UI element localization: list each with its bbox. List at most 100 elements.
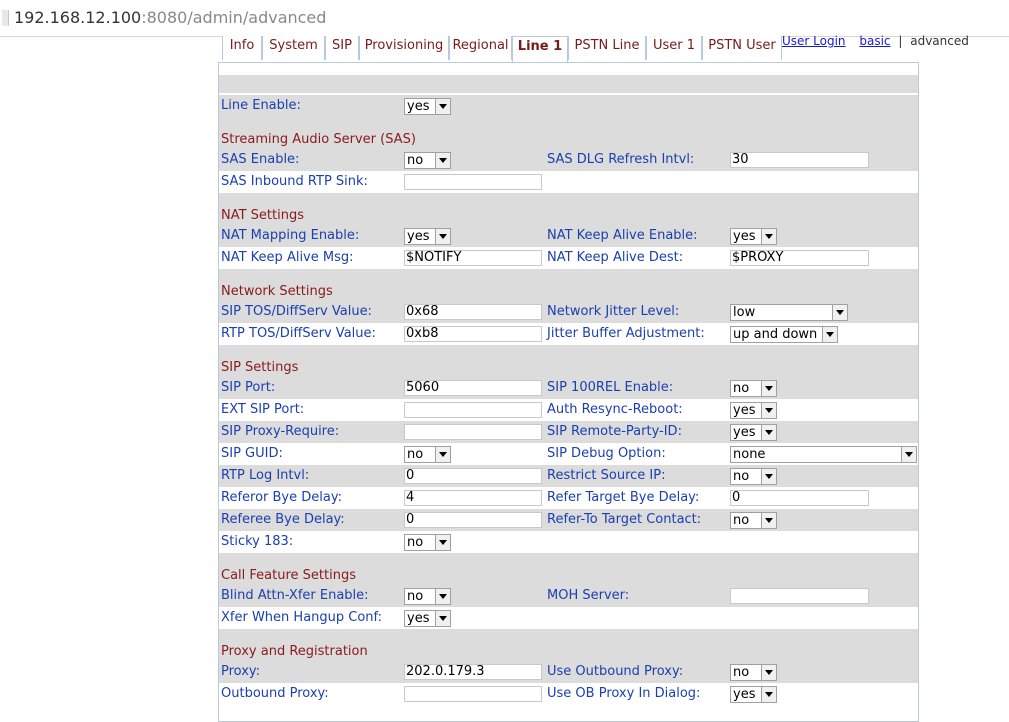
nat-mapping-select[interactable]: yes — [404, 228, 451, 245]
chevron-down-icon — [761, 229, 776, 244]
refer-target-bye-input[interactable]: 0 — [730, 490, 869, 506]
sip-guid-select[interactable]: no — [404, 446, 451, 463]
restrict-ip-select[interactable]: no — [730, 468, 777, 485]
chevron-down-icon — [435, 99, 450, 114]
proxy-section-header: Proxy and Registration — [219, 629, 918, 661]
xfer-hangup-label: Xfer When Hangup Conf: — [221, 610, 383, 625]
chevron-down-icon — [435, 447, 450, 462]
sip-100rel-select[interactable]: no — [730, 380, 777, 397]
nat-keep-alive-msg-input[interactable]: $NOTIFY — [404, 250, 542, 266]
chevron-down-icon — [761, 469, 776, 484]
network-section-header: Network Settings — [219, 269, 918, 301]
sas-enable-select[interactable]: no — [404, 152, 451, 169]
tab-system[interactable]: System — [262, 36, 325, 60]
row-sip-port: SIP Port: 5060 SIP 100REL Enable: no — [219, 377, 918, 399]
refer-to-contact-select[interactable]: no — [730, 512, 777, 529]
row-rtp-log: RTP Log Intvl: 0 Restrict Source IP: no — [219, 465, 918, 487]
sip-title: SIP Settings — [221, 360, 299, 375]
row-sip-tos: SIP TOS/DiffServ Value: 0x68 Network Jit… — [219, 301, 918, 323]
rtp-tos-input[interactable]: 0xb8 — [404, 326, 542, 342]
address-bar[interactable]: 192.168.12.100:8080/admin/advanced — [0, 0, 1009, 37]
auth-resync-select[interactable]: yes — [730, 402, 777, 419]
chevron-down-icon — [435, 229, 450, 244]
jitter-level-label: Network Jitter Level: — [547, 304, 680, 319]
advanced-link: advanced — [910, 34, 969, 48]
row-sip-guid: SIP GUID: no SIP Debug Option: none — [219, 443, 918, 465]
moh-server-input[interactable] — [730, 588, 869, 604]
chevron-down-icon — [761, 513, 776, 528]
referee-bye-input[interactable]: 0 — [404, 512, 542, 528]
proxy-title: Proxy and Registration — [221, 644, 368, 659]
sas-dlg-refresh-label: SAS DLG Refresh Intvl: — [547, 152, 695, 167]
row-xfer-hangup: Xfer When Hangup Conf: yes — [219, 607, 918, 629]
row-ext-sip-port: EXT SIP Port: Auth Resync-Reboot: yes — [219, 399, 918, 421]
rtp-log-input[interactable]: 0 — [404, 468, 542, 484]
referor-bye-label: Referor Bye Delay: — [221, 490, 342, 505]
sip-tos-input[interactable]: 0x68 — [404, 304, 542, 320]
blind-attn-select[interactable]: no — [404, 588, 451, 605]
proxy-require-input[interactable] — [404, 424, 542, 440]
refer-to-contact-label: Refer-To Target Contact: — [547, 512, 702, 527]
use-ob-dialog-select[interactable]: yes — [730, 686, 777, 703]
ext-sip-port-input[interactable] — [404, 402, 542, 418]
tab-line-1[interactable]: Line 1 — [512, 36, 568, 63]
row-nat-mapping: NAT Mapping Enable: yes NAT Keep Alive E… — [219, 225, 918, 247]
sip-100rel-label: SIP 100REL Enable: — [547, 380, 674, 395]
nat-keep-alive-enable-select[interactable]: yes — [730, 228, 777, 245]
jitter-level-select[interactable]: low — [730, 304, 848, 321]
settings-panel: Line Enable: yes Streaming Audio Server … — [218, 62, 919, 722]
row-nat-keep-alive: NAT Keep Alive Msg: $NOTIFY NAT Keep Ali… — [219, 247, 918, 269]
sip-tos-label: SIP TOS/DiffServ Value: — [221, 304, 372, 319]
tab-user-1[interactable]: User 1 — [646, 36, 702, 60]
row-sas-enable: SAS Enable: no SAS DLG Refresh Intvl: 30 — [219, 149, 918, 171]
xfer-hangup-select[interactable]: yes — [404, 610, 451, 627]
page-icon — [2, 10, 9, 26]
line-enable-select[interactable]: yes — [404, 98, 451, 115]
sas-title: Streaming Audio Server (SAS) — [221, 132, 416, 147]
tab-provisioning[interactable]: Provisioning — [359, 36, 449, 60]
use-outbound-select[interactable]: no — [730, 664, 777, 681]
nat-keep-alive-dest-input[interactable]: $PROXY — [730, 250, 869, 266]
rtp-log-label: RTP Log Intvl: — [221, 468, 310, 483]
sticky-183-label: Sticky 183: — [221, 534, 294, 549]
tab-regional[interactable]: Regional — [449, 36, 512, 60]
chevron-down-icon — [435, 153, 450, 168]
basic-link[interactable]: basic — [859, 34, 890, 48]
sas-inbound-input[interactable] — [404, 174, 542, 190]
refer-target-bye-label: Refer Target Bye Delay: — [547, 490, 700, 505]
tab-pstn-line[interactable]: PSTN Line — [568, 36, 646, 60]
user-login-link[interactable]: User Login — [782, 34, 846, 48]
link-separator: | — [898, 34, 903, 48]
nat-title: NAT Settings — [221, 208, 305, 223]
network-title: Network Settings — [221, 284, 333, 299]
row-proxy: Proxy: 202.0.179.3 Use Outbound Proxy: n… — [219, 661, 918, 683]
sip-port-input[interactable]: 5060 — [404, 380, 542, 396]
ext-sip-port-label: EXT SIP Port: — [221, 402, 305, 417]
use-ob-dialog-label: Use OB Proxy In Dialog: — [547, 686, 701, 701]
jitter-adj-label: Jitter Buffer Adjustment: — [547, 326, 705, 341]
sas-enable-label: SAS Enable: — [221, 152, 300, 167]
call-title: Call Feature Settings — [221, 568, 356, 583]
call-section-header: Call Feature Settings — [219, 553, 918, 585]
outbound-proxy-input[interactable] — [404, 686, 542, 702]
blind-attn-label: Blind Attn-Xfer Enable: — [221, 588, 369, 603]
remote-party-select[interactable]: yes — [730, 424, 777, 441]
tab-info[interactable]: Info — [222, 36, 262, 60]
tab-sip[interactable]: SIP — [325, 36, 359, 60]
chevron-down-icon — [435, 611, 450, 626]
jitter-adj-select[interactable]: up and down — [730, 326, 838, 343]
url-text[interactable]: 192.168.12.100:8080/admin/advanced — [14, 8, 326, 27]
row-rtp-tos: RTP TOS/DiffServ Value: 0xb8 Jitter Buff… — [219, 323, 918, 345]
sip-debug-select[interactable]: none — [730, 446, 917, 463]
sticky-183-select[interactable]: no — [404, 534, 451, 551]
sas-dlg-refresh-input[interactable]: 30 — [730, 152, 869, 168]
sip-section-header: SIP Settings — [219, 345, 918, 377]
proxy-input[interactable]: 202.0.179.3 — [404, 664, 542, 680]
chevron-down-icon — [435, 535, 450, 550]
view-links: User Login basic | advanced — [782, 34, 969, 48]
tab-pstn-user[interactable]: PSTN User — [702, 36, 782, 60]
sip-debug-label: SIP Debug Option: — [547, 446, 666, 461]
chevron-down-icon — [435, 589, 450, 604]
referor-bye-input[interactable]: 4 — [404, 490, 542, 506]
nat-keep-alive-msg-label: NAT Keep Alive Msg: — [221, 250, 354, 265]
